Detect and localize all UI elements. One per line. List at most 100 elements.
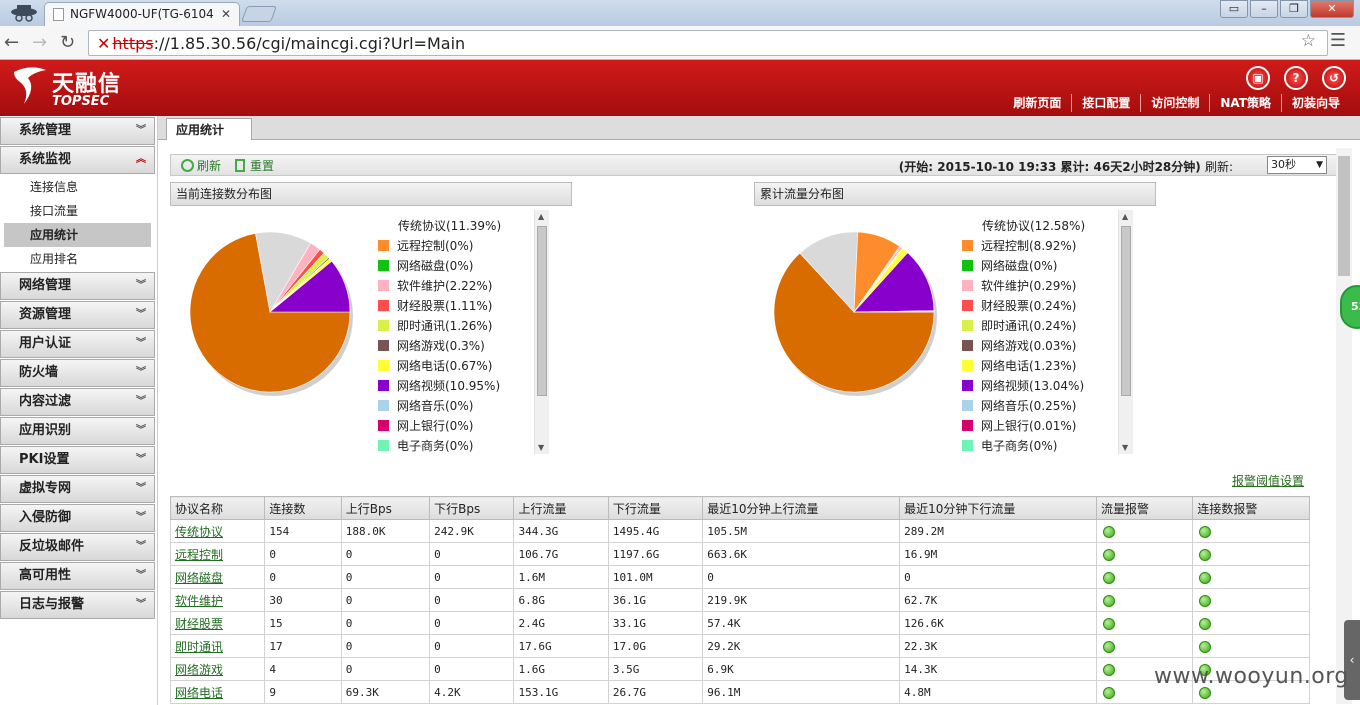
- legend-item: 网络电话(1.23%): [962, 356, 1140, 376]
- scroll-thumb[interactable]: [537, 226, 547, 396]
- browser-tab[interactable]: NGFW4000-UF(TG-6104 ✕: [44, 2, 240, 26]
- forward-icon[interactable]: →: [32, 32, 47, 53]
- protocol-link[interactable]: 网络磁盘: [169, 565, 266, 589]
- scroll-down-icon[interactable]: ▼: [538, 443, 544, 452]
- brand-en: TOPSEC: [52, 94, 110, 109]
- sidebar-section-9[interactable]: 虚拟专网 ︾: [0, 475, 155, 503]
- sidebar-item-1-3[interactable]: 应用排名: [0, 247, 157, 271]
- sidebar-item-1-0[interactable]: 连接信息: [0, 175, 157, 199]
- insecure-icon: ✕: [97, 34, 111, 53]
- column-header: 连接数: [264, 496, 342, 520]
- link-setup-wizard[interactable]: 初装向导: [1280, 94, 1350, 112]
- menu-icon[interactable]: ☰: [1330, 30, 1346, 51]
- floating-badge[interactable]: 53: [1340, 285, 1360, 329]
- table-row: 即时通讯 17 0 0 17.6G 17.0G 29.2K 22.3K: [169, 634, 1310, 658]
- legend-scrollbar-connections[interactable]: ▲ ▼: [534, 210, 549, 454]
- column-header: 连接数报警: [1192, 496, 1310, 520]
- minimize-window-button[interactable]: –: [1250, 0, 1278, 18]
- sidebar-section-6[interactable]: 内容过滤 ︾: [0, 388, 155, 416]
- connection-alarm-cell: [1192, 519, 1310, 543]
- table-cell: 15: [264, 611, 342, 635]
- table-cell: 219.9K: [702, 588, 901, 612]
- table-cell: 153.1G: [513, 680, 609, 704]
- sidebar-item-1-2[interactable]: 应用统计: [4, 223, 151, 247]
- sidebar-section-5[interactable]: 防火墙 ︾: [0, 359, 155, 387]
- minimize-button[interactable]: ▭: [1220, 0, 1248, 18]
- sidebar-section-12[interactable]: 高可用性 ︾: [0, 562, 155, 590]
- link-access-control[interactable]: 访问控制: [1140, 94, 1209, 112]
- sidebar-section-11[interactable]: 反垃圾邮件 ︾: [0, 533, 155, 561]
- connection-alarm-cell: [1192, 542, 1310, 566]
- pie-chart-traffic: [773, 231, 937, 396]
- sidebar-item-1-1[interactable]: 接口流量: [0, 199, 157, 223]
- table-cell: 126.6K: [899, 611, 1097, 635]
- protocol-link[interactable]: 网络游戏: [169, 657, 266, 681]
- status-ok-icon: [1103, 571, 1115, 584]
- back-icon[interactable]: ←: [4, 32, 19, 53]
- sidebar-section-8[interactable]: PKI设置 ︾: [0, 446, 155, 474]
- scroll-thumb[interactable]: [1121, 226, 1131, 396]
- help-icon[interactable]: ?: [1284, 66, 1308, 90]
- link-refresh-page[interactable]: 刷新页面: [1003, 94, 1071, 112]
- sidebar-section-1[interactable]: 系统监视 ︽: [0, 146, 155, 174]
- protocol-link[interactable]: 网络电话: [169, 680, 266, 704]
- legend-swatch: [378, 280, 389, 291]
- legend-item: 电子商务(0%): [378, 436, 556, 454]
- table-cell: 0: [264, 565, 342, 589]
- page-icon: [53, 8, 64, 21]
- url-input[interactable]: ✕ https://1.85.30.56/cgi/maincgi.cgi?Url=…: [88, 30, 1328, 56]
- reload-icon[interactable]: ↻: [60, 32, 75, 53]
- sidebar-section-4[interactable]: 用户认证 ︾: [0, 330, 155, 358]
- column-header: 最近10分钟上行流量: [702, 496, 901, 520]
- sidebar-section-13[interactable]: 日志与报警 ︾: [0, 591, 155, 619]
- close-window-button[interactable]: ✕: [1310, 0, 1354, 18]
- close-tab-icon[interactable]: ✕: [221, 7, 231, 21]
- scroll-up-icon[interactable]: ▲: [538, 212, 544, 221]
- alarm-threshold-link[interactable]: 报警阈值设置: [1232, 472, 1304, 489]
- link-nat-policy[interactable]: NAT策略: [1209, 94, 1281, 112]
- reset-button[interactable]: 重置: [235, 157, 274, 174]
- link-interface-config[interactable]: 接口配置: [1071, 94, 1140, 112]
- incognito-icon: [6, 2, 42, 24]
- protocol-link[interactable]: 财经股票: [169, 611, 266, 635]
- save-icon[interactable]: ▣: [1246, 66, 1270, 90]
- scroll-up-icon[interactable]: ▲: [1122, 212, 1128, 221]
- scroll-down-icon[interactable]: ▼: [1122, 443, 1128, 452]
- sidebar-section-10[interactable]: 入侵防御 ︾: [0, 504, 155, 532]
- table-cell: 4.8M: [899, 680, 1097, 704]
- table-row: 网络游戏 4 0 0 1.6G 3.5G 6.9K 14.3K: [169, 657, 1310, 681]
- logout-icon[interactable]: ↺: [1322, 66, 1346, 90]
- sidebar-section-0[interactable]: 系统管理 ︾: [0, 117, 155, 145]
- protocol-link[interactable]: 传统协议: [169, 519, 266, 543]
- legend-scrollbar-traffic[interactable]: ▲ ▼: [1118, 210, 1133, 454]
- legend-label: 传统协议(11.39%): [398, 219, 502, 233]
- new-tab-button[interactable]: [241, 6, 277, 22]
- tab-app-stats[interactable]: 应用统计: [166, 118, 252, 140]
- chevron-down-icon: ︾: [136, 367, 146, 378]
- protocol-link[interactable]: 即时通讯: [169, 634, 266, 658]
- sidebar-section-2[interactable]: 网络管理 ︾: [0, 272, 155, 300]
- protocol-link[interactable]: 软件维护: [169, 588, 266, 612]
- refresh-interval-select[interactable]: 30秒 ▼: [1267, 156, 1327, 174]
- legend-label: 网络电话(1.23%): [981, 359, 1077, 373]
- refresh-button[interactable]: 刷新: [181, 157, 221, 174]
- column-header: 上行Bps: [340, 496, 431, 520]
- legend-item: 财经股票(0.24%): [962, 296, 1140, 316]
- page-scroll-thumb[interactable]: [1338, 156, 1350, 276]
- sidebar-section-label: 反垃圾邮件: [19, 539, 85, 554]
- sidebar-section-3[interactable]: 资源管理 ︾: [0, 301, 155, 329]
- legend-swatch: [378, 420, 389, 431]
- bookmark-star-icon[interactable]: ☆: [1301, 31, 1316, 51]
- table-cell: 0: [340, 634, 431, 658]
- protocol-link[interactable]: 远程控制: [169, 542, 266, 566]
- table-cell: 344.3G: [513, 519, 609, 543]
- table-cell: 0: [340, 542, 431, 566]
- stats-period-info: (开始: 2015-10-10 19:33 累计: 46天2小时28分钟) 刷新…: [899, 158, 1233, 175]
- legend-label: 网络视频(13.04%): [981, 379, 1085, 393]
- maximize-button[interactable]: ❐: [1280, 0, 1308, 18]
- sidebar-section-7[interactable]: 应用识别 ︾: [0, 417, 155, 445]
- legend-label: 电子商务(0%): [981, 439, 1058, 453]
- table-cell: 29.2K: [702, 634, 901, 658]
- table-cell: 16.9M: [899, 542, 1097, 566]
- table-cell: 9: [264, 680, 342, 704]
